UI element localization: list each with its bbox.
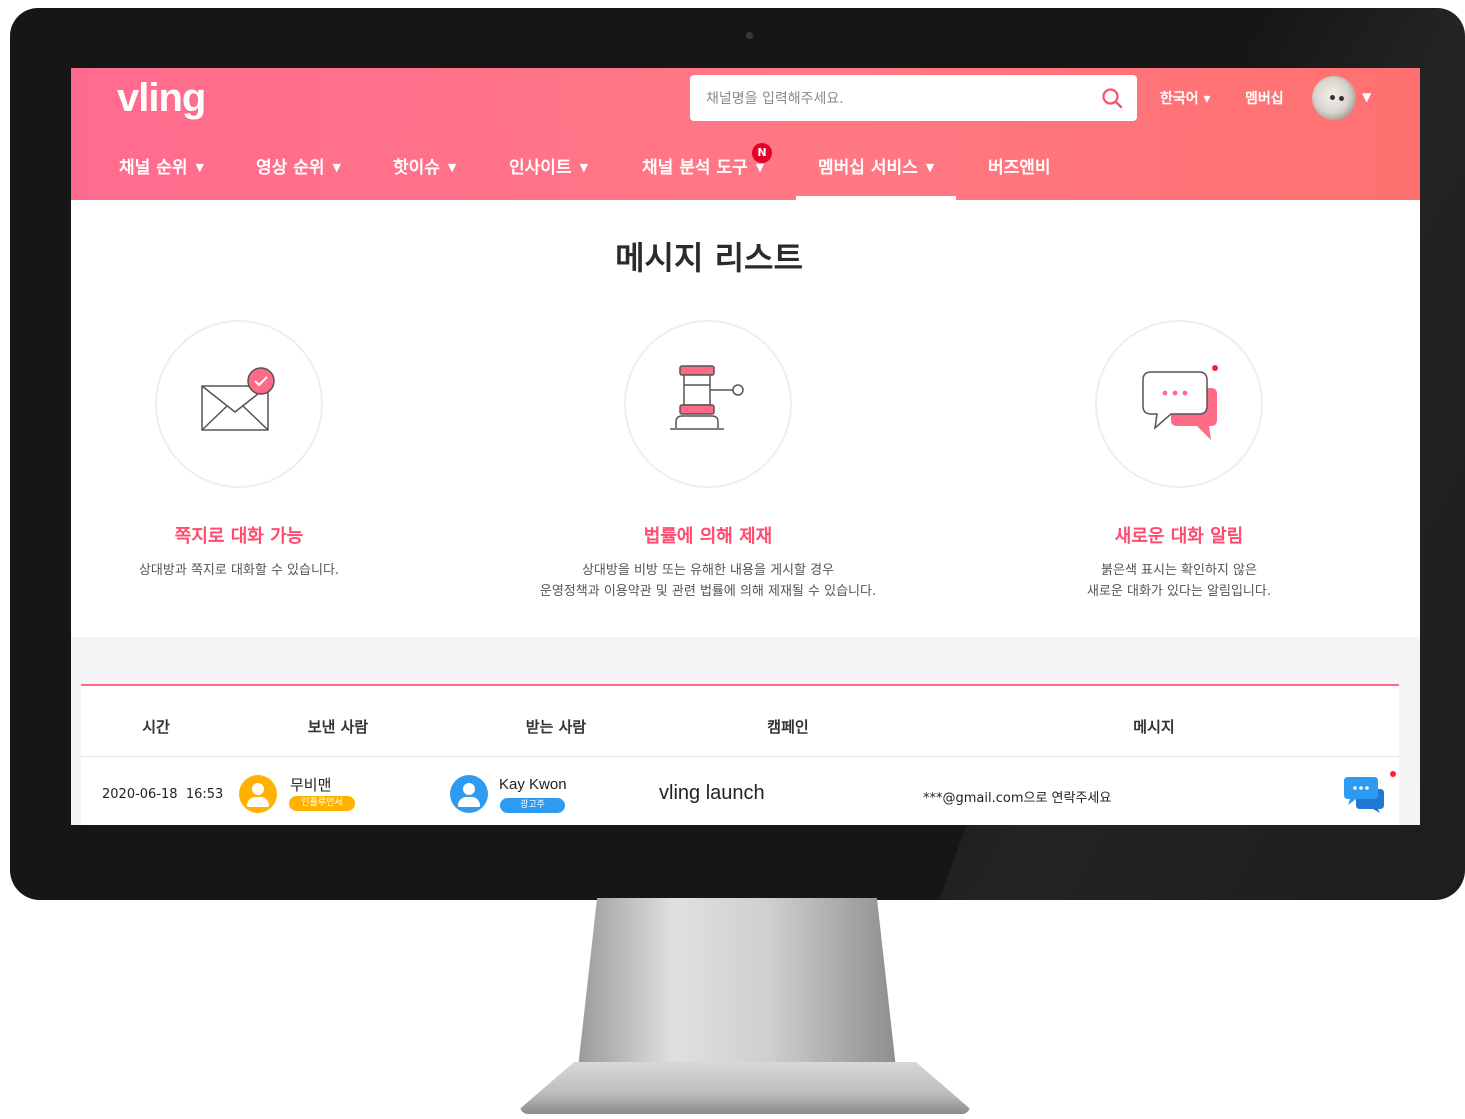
row-date: 2020-06-18: [102, 787, 178, 802]
nav-label: 인사이트: [509, 158, 572, 178]
nav-channel-analysis[interactable]: 채널 분석 도구 ▼: [642, 143, 764, 200]
campaign-name[interactable]: vling launch: [659, 782, 765, 805]
feature-title: 새로운 대화 알림: [1114, 526, 1244, 547]
sender-name[interactable]: 무비맨: [290, 774, 331, 795]
webcam: [746, 32, 753, 39]
header-divider: [81, 756, 1399, 757]
feature-icon-circle: [624, 320, 792, 488]
nav-buzz-nb[interactable]: 버즈앤비: [988, 143, 1051, 200]
nav-label: 채널 분석 도구: [642, 158, 748, 178]
feature-description: 붉은색 표시는 확인하지 않은 새로운 대화가 있다는 알림입니다.: [959, 560, 1399, 602]
open-chat-icon[interactable]: [1342, 773, 1386, 813]
chevron-down-icon: ▼: [579, 161, 589, 174]
feature-title: 법률에 의해 제재: [643, 526, 773, 547]
top-header: vling 한국어 ▾ 멤버십 ▼ 채널 순위 ▼ 영상 순위 ▼ 핫이슈 ▼: [71, 68, 1420, 200]
user-icon-head: [252, 783, 264, 795]
feature-desc-line: 붉은색 표시는 확인하지 않은: [1101, 563, 1257, 578]
nav-label: 멤버십 서비스: [818, 158, 918, 178]
feature-desc-line: 새로운 대화가 있다는 알림입니다.: [1087, 584, 1271, 599]
feature-desc-line: 상대방을 비방 또는 유해한 내용을 게시할 경우: [581, 563, 835, 578]
nav-insight[interactable]: 인사이트 ▼: [509, 143, 588, 200]
nav-channel-rank[interactable]: 채널 순위 ▼: [119, 143, 204, 200]
feature-notification: 새로운 대화 알림 붉은색 표시는 확인하지 않은 새로운 대화가 있다는 알림…: [959, 320, 1399, 602]
receiver-avatar: [450, 775, 488, 813]
feature-title: 쪽지로 대화 가능: [174, 526, 304, 547]
sender-avatar: [239, 775, 277, 813]
chevron-down-icon: ▼: [332, 161, 341, 174]
main-nav: 채널 순위 ▼ 영상 순위 ▼ 핫이슈 ▼ 인사이트 ▼ 채널 분석 도구 ▼ 멤버십 서…: [71, 143, 1420, 200]
nav-hot-issue[interactable]: 핫이슈 ▼: [393, 143, 456, 200]
nav-label: 채널 순위: [119, 158, 188, 178]
avatar-eye: [1330, 95, 1335, 100]
chat-bubbles-icon: [1142, 365, 1218, 440]
avatar-eye: [1339, 96, 1344, 101]
profile-avatar[interactable]: [1312, 76, 1356, 120]
monitor-stand-neck: [578, 898, 896, 1068]
search-icon[interactable]: [1101, 87, 1123, 109]
chevron-down-icon: ▼: [447, 161, 457, 174]
profile-dropdown-icon[interactable]: ▼: [1362, 90, 1371, 104]
feature-legal: 법률에 의해 제재 상대방을 비방 또는 유해한 내용을 게시할 경우 운영정책…: [488, 320, 928, 602]
nav-label: 핫이슈: [393, 158, 440, 178]
screen: vling 한국어 ▾ 멤버십 ▼ 채널 순위 ▼ 영상 순위 ▼ 핫이슈 ▼: [71, 68, 1420, 825]
new-badge: N: [752, 143, 772, 163]
envelope-check-icon: [201, 367, 275, 431]
feature-message: 쪽지로 대화 가능 상대방과 쪽지로 대화할 수 있습니다.: [71, 320, 459, 581]
vling-logo[interactable]: vling: [117, 76, 206, 121]
feature-desc-line: 운영정책과 이용약관 및 관련 법률에 의해 제재될 수 있습니다.: [539, 584, 877, 599]
chevron-down-icon: ▼: [195, 161, 204, 174]
language-selector[interactable]: 한국어 ▾: [1160, 88, 1211, 108]
feature-icon-circle: [155, 320, 323, 488]
header-message: 메시지: [1133, 718, 1175, 736]
feature-icon-circle: [1095, 320, 1263, 488]
row-datetime: 2020-06-18 16:53: [102, 787, 223, 802]
user-icon-body: [458, 797, 480, 807]
receiver-name[interactable]: Kay Kwon: [499, 776, 567, 793]
advertiser-tag: 광고주: [500, 798, 565, 813]
user-icon-body: [247, 797, 269, 807]
membership-link[interactable]: 멤버십: [1245, 88, 1284, 108]
feature-desc-line: 상대방과 쪽지로 대화할 수 있습니다.: [138, 563, 340, 578]
unread-dot-icon: [1390, 771, 1396, 777]
gavel-icon: [670, 365, 744, 430]
monitor-stand-base: [520, 1062, 970, 1114]
nav-label: 버즈앤비: [988, 158, 1051, 178]
nav-membership-service[interactable]: 멤버십 서비스 ▼: [795, 143, 957, 200]
row-time: 16:53: [185, 787, 224, 802]
header-sender: 보낸 사람: [307, 718, 369, 736]
page-title: 메시지 리스트: [615, 239, 803, 277]
nav-video-rank[interactable]: 영상 순위 ▼: [256, 143, 341, 200]
influencer-tag: 인플루언서: [289, 796, 355, 811]
chevron-down-icon: ▼: [925, 161, 935, 174]
header-time: 시간: [142, 718, 170, 736]
search-box: [690, 75, 1137, 123]
nav-label: 영상 순위: [256, 158, 325, 178]
message-preview[interactable]: ***@gmail.com으로 연락주세요: [923, 787, 1111, 806]
feature-description: 상대방을 비방 또는 유해한 내용을 게시할 경우 운영정책과 이용약관 및 관…: [488, 560, 928, 602]
user-icon-head: [463, 783, 475, 795]
feature-description: 상대방과 쪽지로 대화할 수 있습니다.: [71, 560, 459, 581]
header-receiver: 받는 사람: [525, 718, 587, 736]
search-input[interactable]: [704, 75, 1088, 123]
header-campaign: 캠페인: [767, 718, 809, 736]
